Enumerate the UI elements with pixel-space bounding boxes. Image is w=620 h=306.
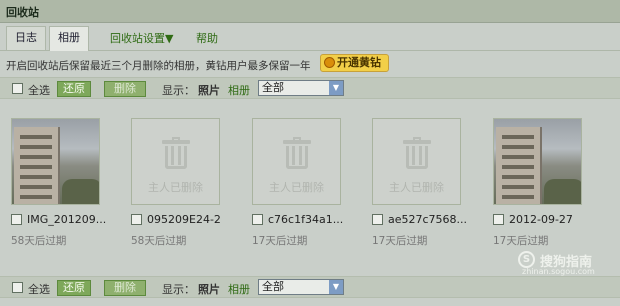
building-image — [14, 127, 60, 204]
photo-caption: 2012-09-27 — [493, 213, 603, 227]
photo-caption: ae527c7568... — [372, 213, 482, 227]
tree-image — [62, 179, 99, 204]
expiry-text: 58天后过期 — [131, 235, 187, 247]
display-label: 显示： — [162, 84, 195, 97]
restore-button[interactable]: 还原 — [57, 81, 91, 97]
photo-name: c76c1f34a1... — [268, 213, 344, 226]
deleted-label: 主人已删除 — [148, 181, 203, 194]
select-arrow-icon: ▼ — [329, 81, 343, 95]
photo-name: 2012-09-27 — [509, 213, 573, 226]
photo-thumbnail[interactable] — [493, 118, 582, 205]
select-all-checkbox[interactable] — [12, 282, 23, 293]
restore-button[interactable]: 还原 — [57, 280, 91, 296]
photo-name: 095209E24-2 — [147, 213, 221, 226]
filter-album-link[interactable]: 相册 — [228, 82, 250, 98]
photo-checkbox[interactable] — [252, 214, 263, 225]
expiry-text: 17天后过期 — [493, 235, 549, 247]
trash-icon — [162, 137, 190, 169]
tree-image — [544, 179, 581, 204]
trash-icon — [283, 137, 311, 169]
tab-diary[interactable]: 日志 — [6, 26, 46, 50]
select-arrow-icon: ▼ — [329, 280, 343, 294]
retention-notice: 开启回收站后保留最近三个月删除的相册，黄钻用户最多保留一年 — [6, 60, 311, 72]
photo-name: IMG_201209... — [27, 213, 107, 226]
select-all-label: 全选 — [28, 283, 50, 296]
expiry-text: 58天后过期 — [11, 235, 67, 247]
deleted-photo-placeholder: 主人已删除 — [131, 118, 220, 205]
open-yellow-diamond-label: 开通黄钻 — [337, 56, 381, 69]
recycle-settings-label: 回收站设置 — [110, 32, 165, 45]
filter-select[interactable]: 全部 ▼ — [258, 80, 344, 96]
window-title: 回收站 — [0, 0, 620, 23]
photo-caption: c76c1f34a1... — [252, 213, 362, 227]
photo-caption: 095209E24-2 — [131, 213, 241, 227]
deleted-photo-placeholder: 主人已删除 — [252, 118, 341, 205]
help-link[interactable]: 帮助 — [196, 30, 218, 46]
deleted-label: 主人已删除 — [269, 181, 324, 194]
filter-photo[interactable]: 照片 — [198, 281, 220, 297]
photo-checkbox[interactable] — [372, 214, 383, 225]
photo-caption: IMG_201209... — [11, 213, 121, 227]
photo-checkbox[interactable] — [493, 214, 504, 225]
building-image — [496, 127, 542, 204]
filter-album-link[interactable]: 相册 — [228, 281, 250, 297]
delete-button[interactable]: 删除 — [104, 280, 146, 296]
open-yellow-diamond-button[interactable]: 开通黄钻 — [320, 54, 389, 72]
photo-name: ae527c7568... — [388, 213, 468, 226]
dropdown-arrow-icon: ▼ — [165, 32, 174, 45]
filter-photo[interactable]: 照片 — [198, 82, 220, 98]
photo-thumbnail[interactable] — [11, 118, 100, 205]
expiry-text: 17天后过期 — [372, 235, 428, 247]
photo-checkbox[interactable] — [11, 214, 22, 225]
photo-checkbox[interactable] — [131, 214, 142, 225]
deleted-photo-placeholder: 主人已删除 — [372, 118, 461, 205]
filter-select-value: 全部 — [262, 280, 284, 293]
select-all-label: 全选 — [28, 84, 50, 97]
watermark-url: zhinan.sogou.com — [522, 267, 595, 276]
recycle-settings-menu[interactable]: 回收站设置▼ — [110, 30, 173, 46]
display-label: 显示： — [162, 283, 195, 296]
tab-bar: 日志 相册 回收站设置▼ 帮助 — [0, 24, 620, 51]
expiry-text: 17天后过期 — [252, 235, 308, 247]
bottom-toolbar: 全选 还原 删除 显示： 照片 相册 全部 ▼ — [0, 276, 620, 298]
sogou-logo-icon: S — [518, 251, 535, 268]
filter-select-value: 全部 — [262, 81, 284, 94]
deleted-label: 主人已删除 — [389, 181, 444, 194]
trash-icon — [403, 137, 431, 169]
select-all-checkbox[interactable] — [12, 83, 23, 94]
filter-select[interactable]: 全部 ▼ — [258, 279, 344, 295]
top-toolbar: 全选 还原 删除 显示： 照片 相册 全部 ▼ — [0, 77, 620, 99]
tab-album[interactable]: 相册 — [49, 26, 89, 51]
delete-button[interactable]: 删除 — [104, 81, 146, 97]
yellow-diamond-icon — [324, 57, 335, 68]
